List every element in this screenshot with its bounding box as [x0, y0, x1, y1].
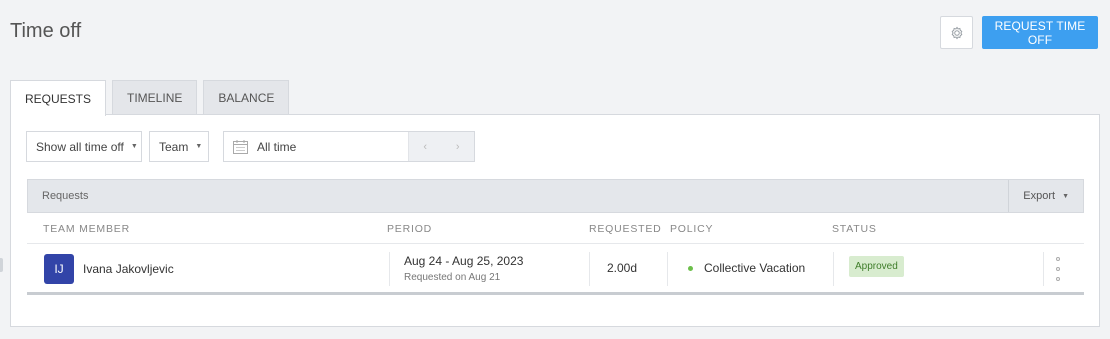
status-badge: Approved [849, 256, 904, 277]
caret-down-icon: ▼ [1062, 192, 1069, 200]
tab-timeline[interactable]: TIMELINE [112, 80, 198, 115]
cell-divider [833, 252, 834, 286]
export-label: Export [1023, 190, 1056, 202]
column-header-team-member[interactable]: TEAM MEMBER [43, 223, 130, 235]
request-time-off-button[interactable]: REQUEST TIME OFF [982, 16, 1098, 49]
member-name: Ivana Jakovljevic [83, 262, 174, 276]
column-header-period[interactable]: PERIOD [387, 223, 432, 235]
column-header-requested[interactable]: REQUESTED [589, 223, 662, 235]
table-toolbar: Requests Export ▼ [27, 179, 1084, 213]
policy-name: Collective Vacation [704, 261, 806, 275]
table-row[interactable]: IJ Ivana Jakovljevic Aug 24 - Aug 25, 20… [27, 243, 1084, 295]
type-filter-dropdown[interactable]: Show all time off ▼ [26, 131, 142, 162]
table-title: Requests [42, 190, 89, 202]
chevron-right-icon[interactable]: › [442, 132, 475, 161]
date-range-picker: All time ‹ › [223, 131, 475, 162]
period-range: Aug 24 - Aug 25, 2023 [404, 254, 524, 268]
calendar-icon [233, 139, 248, 154]
column-header-policy[interactable]: POLICY [670, 223, 713, 235]
cell-divider [389, 252, 390, 286]
requests-panel: Show all time off ▼ Team ▼ All time ‹ › … [10, 114, 1100, 327]
policy-color-dot [688, 266, 693, 271]
avatar: IJ [44, 254, 74, 284]
page-title: Time off [10, 20, 82, 42]
chevron-left-icon[interactable]: ‹ [409, 132, 442, 161]
requested-on-date: Requested on Aug 21 [404, 272, 501, 283]
type-filter-label: Show all time off [36, 139, 124, 154]
date-range-label: All time [257, 139, 297, 154]
more-options-icon[interactable] [1053, 257, 1063, 281]
tab-balance[interactable]: BALANCE [203, 80, 290, 115]
team-filter-label: Team [159, 139, 189, 154]
export-button[interactable]: Export ▼ [1008, 180, 1083, 212]
caret-down-icon: ▼ [130, 143, 138, 150]
date-nav: ‹ › [408, 132, 474, 161]
tab-requests[interactable]: REQUESTS [10, 80, 107, 116]
column-header-status[interactable]: STATUS [832, 223, 877, 235]
cell-divider [667, 252, 668, 286]
team-filter-dropdown[interactable]: Team ▼ [149, 131, 209, 162]
tab-bar: REQUESTS TIMELINE BALANCE [10, 80, 295, 116]
settings-button[interactable] [940, 16, 973, 49]
requested-amount: 2.00d [607, 261, 638, 275]
gear-icon [951, 26, 962, 39]
caret-down-icon: ▼ [195, 143, 203, 150]
cell-divider [589, 252, 590, 286]
cell-divider [1043, 252, 1044, 286]
date-range-field[interactable]: All time [224, 132, 408, 161]
side-handle[interactable] [0, 258, 3, 272]
